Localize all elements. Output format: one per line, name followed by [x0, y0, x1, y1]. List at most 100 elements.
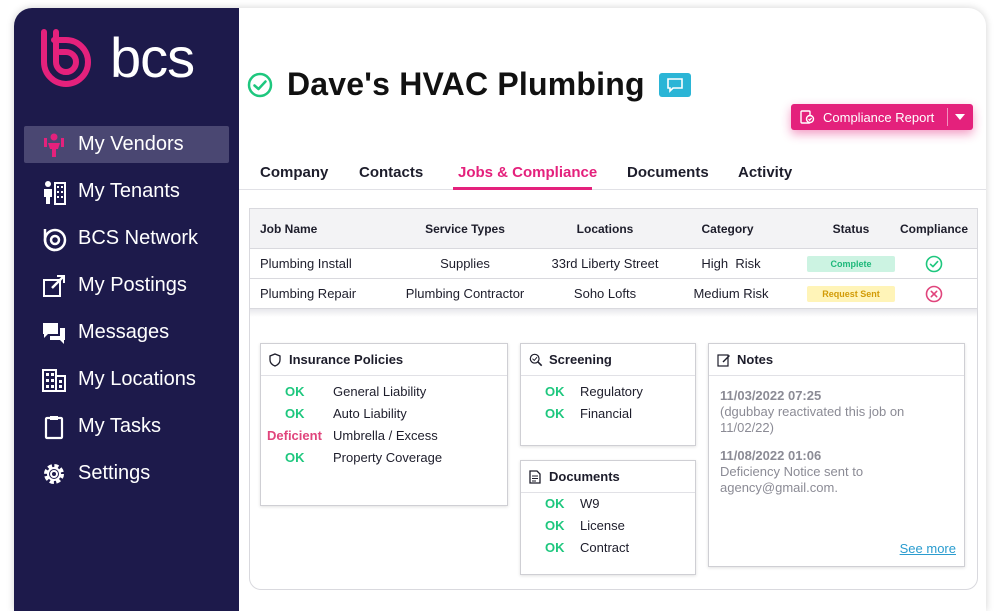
tab-jobs-compliance[interactable]: Jobs & Compliance [458, 164, 597, 181]
tab-activity[interactable]: Activity [738, 164, 792, 181]
sidebar-item-my-vendors[interactable]: My Vendors [24, 126, 229, 163]
policy-status: OK [285, 406, 305, 421]
tab-documents[interactable]: Documents [627, 164, 709, 181]
screening-status: OK [545, 384, 565, 399]
sidebar-item-label: My Locations [78, 368, 196, 391]
sidebar-item-messages[interactable]: Messages [24, 314, 229, 351]
insurance-policies-panel: Insurance Policies OKGeneral Liability O… [260, 343, 508, 506]
sidebar-item-my-postings[interactable]: My Postings [24, 267, 229, 304]
panel-header: Notes [709, 344, 964, 376]
note-text: Deficiency Notice sent to agency@gmail.c… [720, 464, 954, 496]
non-compliant-x-icon [925, 285, 943, 303]
sidebar-item-settings[interactable]: Settings [24, 455, 229, 492]
messages-icon [40, 319, 68, 347]
policy-row: OKProperty Coverage [261, 450, 507, 472]
chat-icon [666, 77, 684, 93]
policy-row: OK Auto Liability [261, 406, 507, 428]
table-row[interactable]: Plumbing Install Supplies 33rd Liberty S… [250, 249, 977, 279]
locations-cell: 33rd Liberty Street [535, 249, 675, 278]
chevron-down-icon[interactable] [955, 114, 965, 120]
service-types-cell: Plumbing Contractor [390, 279, 540, 308]
verified-check-icon [247, 72, 273, 98]
column-header-service-types[interactable]: Service Types [400, 209, 530, 248]
bcs-logo[interactable]: bcs [38, 28, 194, 88]
sidebar-item-bcs-network[interactable]: BCS Network [24, 220, 229, 257]
see-more-link[interactable]: See more [900, 541, 956, 556]
panel-title: Screening [549, 352, 612, 367]
search-icon [529, 353, 543, 367]
job-name-cell: Plumbing Repair [260, 279, 356, 308]
document-status: OK [545, 518, 565, 533]
panel-header: Screening [521, 344, 695, 376]
screening-panel: Screening OKRegulatory OKFinancial [520, 343, 696, 446]
policy-row: OKGeneral Liability [261, 384, 507, 406]
sidebar-item-label: Messages [78, 321, 169, 344]
document-row: OKW9 [521, 496, 695, 518]
sidebar-nav: My Vendors My Tenants BCS Network My Pos… [24, 126, 229, 502]
column-header-compliance[interactable]: Compliance [895, 209, 973, 248]
policy-label: Umbrella / Excess [333, 428, 438, 443]
title-row: Dave's HVAC Plumbing [247, 66, 691, 103]
job-name-cell: Plumbing Install [260, 249, 352, 278]
document-row: OK Contract [521, 540, 695, 562]
sidebar-item-my-tenants[interactable]: My Tenants [24, 173, 229, 210]
status-badge: Request Sent [807, 286, 895, 302]
service-types-cell: Supplies [400, 249, 530, 278]
panel-title: Insurance Policies [289, 352, 403, 367]
document-status: OK [545, 540, 565, 555]
sidebar-item-my-locations[interactable]: My Locations [24, 361, 229, 398]
tenants-icon [40, 178, 68, 206]
edit-note-icon [717, 353, 731, 367]
sidebar-item-label: My Postings [78, 274, 187, 297]
jobs-compliance-panel: Job Name Service Types Locations Categor… [249, 208, 978, 590]
sidebar-item-label: Settings [78, 462, 150, 485]
note-date: 11/03/2022 07:25 [720, 388, 954, 404]
note-text: (dgubbay reactivated this job on 11/02/2… [720, 404, 954, 436]
table-header: Job Name Service Types Locations Categor… [250, 209, 977, 249]
status-badge: Complete [807, 256, 895, 272]
column-header-status[interactable]: Status [806, 209, 896, 248]
table-row[interactable]: Plumbing Repair Plumbing Contractor Soho… [250, 279, 977, 309]
compliance-report-label: Compliance Report [823, 110, 934, 125]
network-icon [40, 225, 68, 253]
tasks-icon [40, 413, 68, 441]
policy-label: Auto Liability [333, 406, 407, 421]
document-label: Contract [580, 540, 629, 555]
note-entry: 11/03/2022 07:25 (dgubbay reactivated th… [720, 388, 954, 436]
document-status: OK [545, 496, 565, 511]
sidebar-item-label: My Tenants [78, 180, 180, 203]
column-header-locations[interactable]: Locations [540, 209, 670, 248]
screening-row: OKFinancial [521, 406, 695, 428]
jobs-table: Job Name Service Types Locations Categor… [250, 209, 977, 309]
note-date: 11/08/2022 01:06 [720, 448, 954, 464]
compliant-check-icon [925, 255, 943, 273]
category-cell: High Risk [670, 249, 792, 278]
policy-status: OK [285, 450, 305, 465]
column-header-job-name[interactable]: Job Name [260, 209, 317, 248]
page-title: Dave's HVAC Plumbing [287, 66, 645, 103]
policy-status: OK [285, 384, 305, 399]
notes-panel: Notes 11/03/2022 07:25 (dgubbay reactiva… [708, 343, 965, 567]
postings-icon [40, 272, 68, 300]
sidebar-item-label: BCS Network [78, 227, 198, 250]
screening-row: OKRegulatory [521, 384, 695, 406]
bcs-logo-mark [38, 28, 96, 88]
sidebar-item-my-tasks[interactable]: My Tasks [24, 408, 229, 445]
tab-company[interactable]: Company [260, 164, 328, 181]
compliance-report-button[interactable]: Compliance Report [791, 104, 973, 130]
status-cell: Complete [806, 249, 896, 278]
chat-button[interactable] [659, 73, 691, 97]
active-tab-indicator [453, 187, 592, 190]
sidebar-item-label: My Tasks [78, 415, 161, 438]
app-window: bcs My Vendors My Tenants BCS Network [14, 8, 986, 611]
document-row: OKLicense [521, 518, 695, 540]
screening-label: Financial [580, 406, 632, 421]
tab-contacts[interactable]: Contacts [359, 164, 423, 181]
panel-header: Documents [521, 461, 695, 493]
panel-header: Insurance Policies [261, 344, 507, 376]
sidebar-item-label: My Vendors [78, 133, 184, 156]
compliance-cell [895, 249, 973, 278]
column-header-category[interactable]: Category [670, 209, 785, 248]
logo-text: bcs [110, 28, 194, 88]
report-icon [799, 109, 815, 125]
